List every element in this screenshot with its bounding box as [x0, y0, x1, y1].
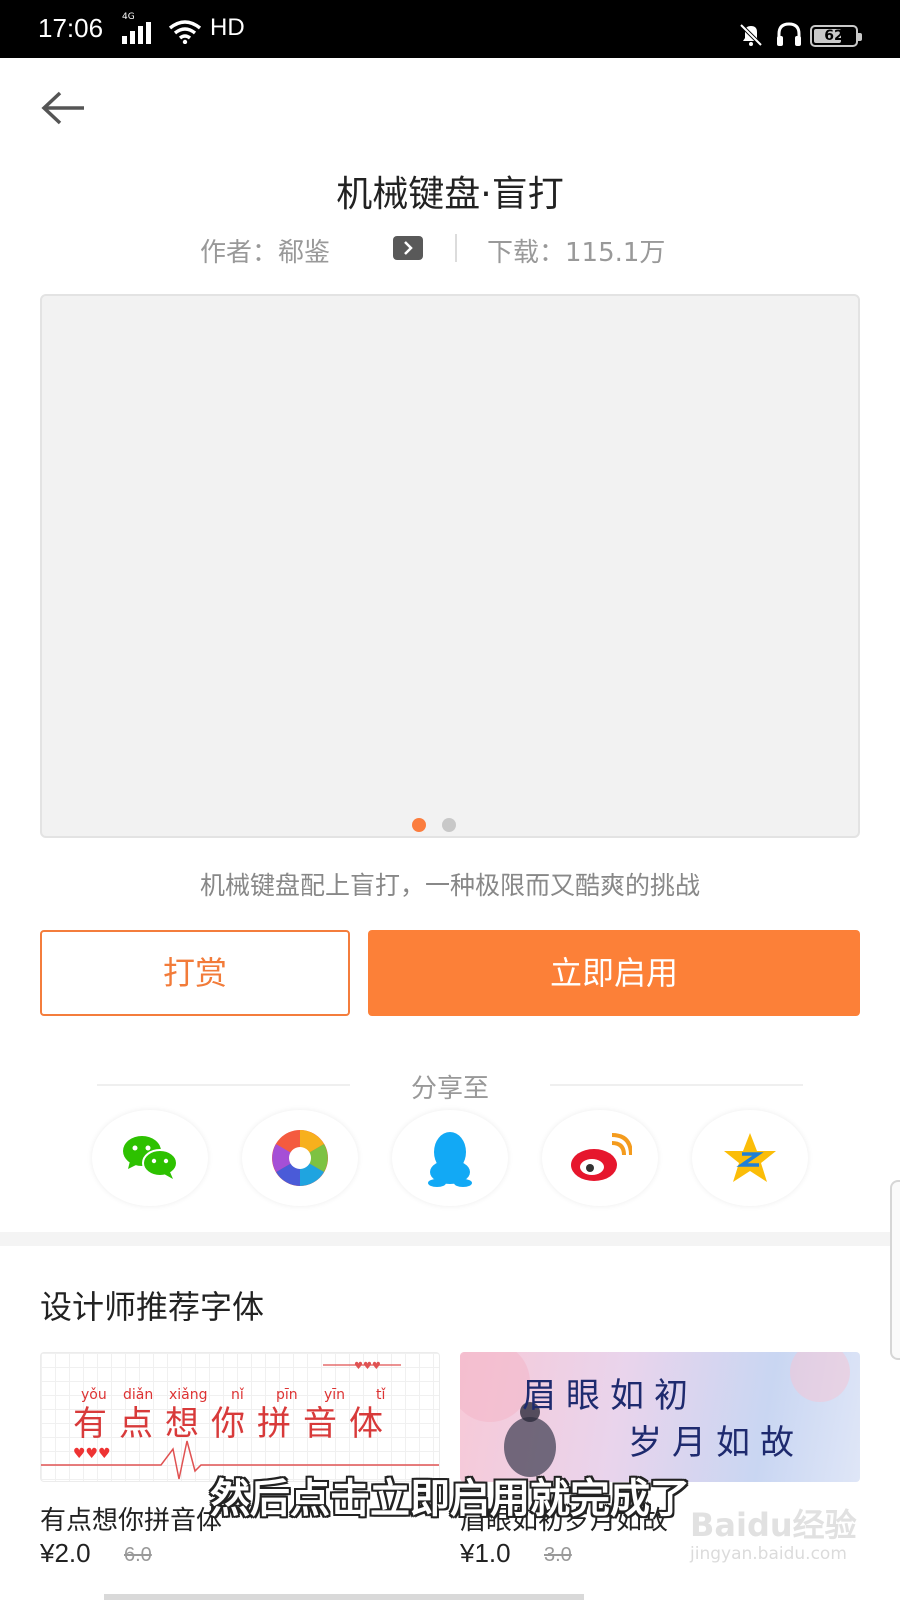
download-count: 下载：115.1万	[487, 238, 666, 268]
font-preview-image: ♥♥♥ yǒu diǎn xiǎng nǐ pīn yīn tǐ 有点想你拼音体…	[41, 1361, 439, 1480]
headset-icon	[777, 22, 801, 46]
moments-icon	[272, 1130, 328, 1186]
svg-text:yīn: yīn	[324, 1387, 345, 1403]
svg-text:♥♥♥: ♥♥♥	[73, 1446, 111, 1462]
svg-text:xiǎng: xiǎng	[169, 1387, 208, 1403]
font-card-preview-2[interactable]: 眉眼如初 岁月如故	[460, 1352, 860, 1482]
share-title: 分享至	[410, 1074, 489, 1104]
enable-now-button[interactable]: 立即启用	[368, 930, 860, 1016]
svg-text:眉眼如初: 眉眼如初	[522, 1376, 698, 1416]
back-arrow-icon[interactable]	[40, 88, 88, 128]
svg-text:tǐ: tǐ	[376, 1387, 386, 1403]
watermark-brand: Baidu经验	[690, 1506, 857, 1544]
svg-text:岁月如故: 岁月如故	[628, 1423, 804, 1463]
theme-description: 机械键盘配上盲打，一种极限而又酷爽的挑战	[199, 871, 700, 900]
chevron-right-icon	[404, 241, 413, 255]
qq-icon	[428, 1132, 472, 1187]
meta-divider	[455, 234, 457, 262]
share-moments-button[interactable]	[242, 1110, 358, 1206]
carousel-dot-active[interactable]	[412, 818, 426, 832]
share-divider-right	[550, 1084, 803, 1086]
font-card-original-price-2: 3.0	[544, 1544, 572, 1566]
wechat-icon	[123, 1136, 178, 1179]
status-bar: 17:06 4G HD 62	[0, 0, 900, 58]
bottom-scroll-indicator	[104, 1594, 584, 1600]
share-weibo-button[interactable]	[542, 1110, 658, 1206]
wifi-icon	[168, 20, 202, 44]
svg-text:diǎn: diǎn	[123, 1387, 153, 1403]
section-separator	[0, 1232, 900, 1246]
weibo-icon	[571, 1133, 632, 1181]
author-detail-button[interactable]	[393, 236, 423, 260]
tip-button[interactable]: 打赏	[40, 930, 350, 1016]
share-qzone-button[interactable]	[692, 1110, 808, 1206]
svg-text:yǒu: yǒu	[81, 1387, 107, 1403]
font-card-original-price-1: 6.0	[124, 1544, 152, 1566]
recommend-section-title: 设计师推荐字体	[40, 1288, 265, 1326]
battery-icon: 62	[810, 25, 862, 47]
theme-preview-carousel[interactable]	[40, 294, 860, 838]
baidu-watermark: Baidu经验 jingyan.baidu.com	[690, 1500, 890, 1580]
theme-meta: 作者：郗鉴 下载：115.1万	[0, 228, 900, 268]
side-drawer-handle[interactable]	[890, 1180, 900, 1360]
author-label: 作者：郗鉴	[200, 238, 331, 268]
qzone-icon	[724, 1133, 776, 1182]
font-card-price-1: ¥2.0	[40, 1538, 91, 1568]
cellular-signal-icon: 4G	[122, 12, 151, 44]
carousel-dot[interactable]	[442, 818, 456, 832]
share-qq-button[interactable]	[392, 1110, 508, 1206]
svg-text:♥♥♥: ♥♥♥	[354, 1361, 381, 1372]
share-wechat-button[interactable]	[92, 1110, 208, 1206]
font-card-preview-1[interactable]: ♥♥♥ yǒu diǎn xiǎng nǐ pīn yīn tǐ 有点想你拼音体…	[40, 1352, 440, 1482]
font-preview-image: 眉眼如初 岁月如故	[460, 1352, 850, 1477]
mute-bell-icon	[739, 23, 763, 47]
status-time: 17:06	[38, 13, 104, 43]
svg-text:nǐ: nǐ	[231, 1387, 245, 1403]
font-card-price-2: ¥1.0	[460, 1538, 511, 1568]
hd-indicator: HD	[210, 14, 245, 41]
svg-text:有点想你拼音体: 有点想你拼音体	[73, 1404, 395, 1444]
svg-text:pīn: pīn	[276, 1387, 298, 1403]
watermark-url: jingyan.baidu.com	[690, 1544, 847, 1564]
battery-level: 62	[824, 28, 844, 44]
theme-title: 机械键盘·盲打	[336, 174, 564, 215]
